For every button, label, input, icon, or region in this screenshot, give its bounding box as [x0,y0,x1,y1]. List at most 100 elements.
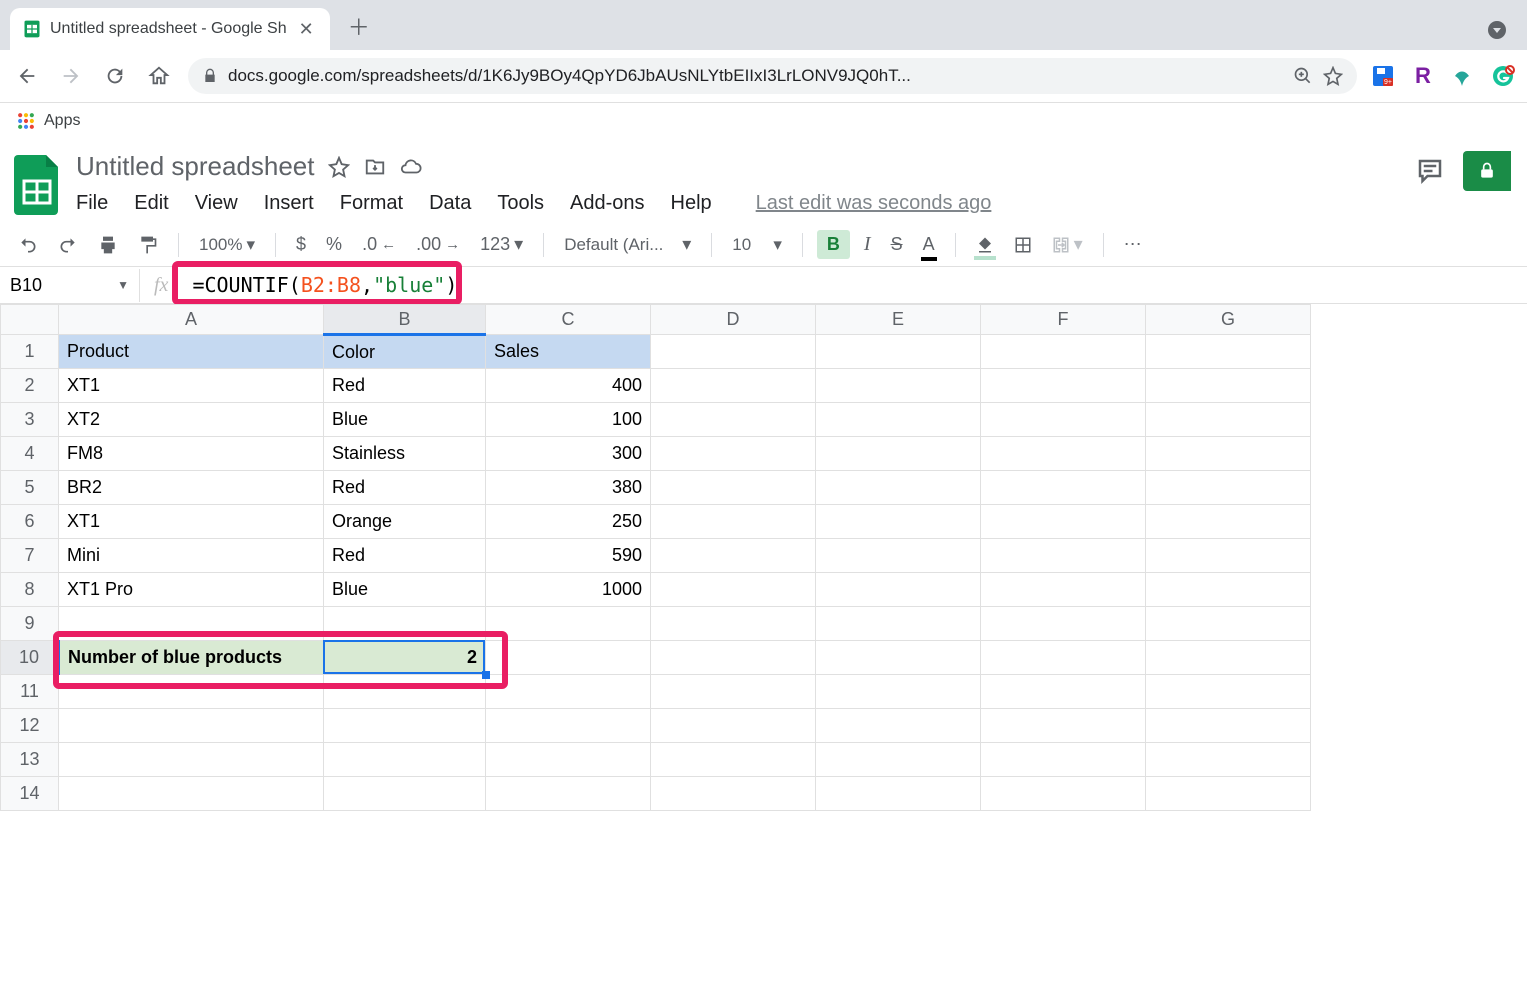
share-button[interactable] [1463,151,1511,191]
cell[interactable]: XT1 [59,369,324,403]
cell[interactable] [486,743,651,777]
ext-r-icon[interactable]: R [1411,64,1435,88]
cell[interactable] [981,777,1146,811]
cell[interactable] [324,743,486,777]
more-button[interactable]: ⋯ [1118,230,1148,259]
cell[interactable] [816,709,981,743]
cell[interactable] [651,709,816,743]
cell[interactable] [816,539,981,573]
cell[interactable]: Stainless [324,437,486,471]
cell[interactable]: Red [324,539,486,573]
cell[interactable] [1146,369,1311,403]
cell[interactable] [981,607,1146,641]
cell[interactable] [981,675,1146,709]
comments-icon[interactable] [1415,156,1445,186]
row-header[interactable]: 14 [1,777,59,811]
cell[interactable] [981,573,1146,607]
cell[interactable] [651,777,816,811]
back-button[interactable] [12,61,42,91]
row-header[interactable]: 2 [1,369,59,403]
cell[interactable]: Number of blue products [59,641,324,675]
cell[interactable] [816,471,981,505]
increase-decimal-button[interactable]: .00→ [410,230,466,259]
italic-button[interactable]: I [858,229,877,260]
cell[interactable] [816,675,981,709]
row-header[interactable]: 3 [1,403,59,437]
cell[interactable] [486,641,651,675]
cell[interactable] [816,573,981,607]
spreadsheet-grid[interactable]: ABCDEFG1ProductColorSales2XT1Red4003XT2B… [0,304,1527,811]
cell[interactable] [816,743,981,777]
cell[interactable] [651,471,816,505]
cell[interactable]: 400 [486,369,651,403]
merge-button[interactable]: ▾ [1046,230,1089,259]
cell[interactable] [651,369,816,403]
percent-button[interactable]: % [320,230,348,259]
new-tab-button[interactable]: ＋ [348,10,370,50]
cell[interactable] [59,607,324,641]
cloud-status-icon[interactable] [400,156,422,178]
cell[interactable] [981,539,1146,573]
cell[interactable] [324,675,486,709]
browser-tab[interactable]: Untitled spreadsheet - Google Sh ✕ [10,8,330,50]
cell[interactable] [1146,505,1311,539]
cell[interactable] [651,743,816,777]
cell[interactable]: XT1 [59,505,324,539]
menu-insert[interactable]: Insert [264,192,314,215]
cell[interactable] [1146,573,1311,607]
cell[interactable] [486,777,651,811]
cell[interactable]: 2 [324,641,486,675]
column-header[interactable]: E [816,305,981,335]
decrease-decimal-button[interactable]: .0← [356,230,402,259]
column-header[interactable]: B [324,305,486,335]
apps-label[interactable]: Apps [44,112,80,130]
cell[interactable] [981,335,1146,369]
cell[interactable] [1146,777,1311,811]
column-header[interactable]: F [981,305,1146,335]
caret-down-icon[interactable]: ▾ [676,230,697,259]
font-size-dropdown[interactable]: 10 ▾ [726,231,788,259]
cell[interactable] [651,641,816,675]
ext-save-icon[interactable]: 9+ [1371,64,1395,88]
column-header[interactable]: A [59,305,324,335]
cell[interactable] [651,505,816,539]
cell[interactable]: 100 [486,403,651,437]
cell[interactable] [324,709,486,743]
cell[interactable] [816,369,981,403]
cell[interactable] [59,777,324,811]
cell[interactable]: Red [324,369,486,403]
ext-grammarly-icon[interactable] [1491,64,1515,88]
cell[interactable] [981,369,1146,403]
number-format-dropdown[interactable]: 123▾ [474,230,529,259]
cell[interactable] [1146,675,1311,709]
bold-button[interactable]: B [817,230,850,259]
cell[interactable]: 590 [486,539,651,573]
cell[interactable] [59,709,324,743]
cell[interactable] [1146,607,1311,641]
cell[interactable] [486,675,651,709]
menu-edit[interactable]: Edit [134,192,168,215]
borders-button[interactable] [1008,232,1038,258]
cell[interactable]: Blue [324,573,486,607]
cell[interactable] [816,403,981,437]
menu-addons[interactable]: Add-ons [570,192,645,215]
cell[interactable] [981,437,1146,471]
cell[interactable] [816,777,981,811]
menu-help[interactable]: Help [671,192,712,215]
cell[interactable] [651,607,816,641]
cell[interactable] [651,573,816,607]
forward-button[interactable] [56,61,86,91]
menu-file[interactable]: File [76,192,108,215]
cell[interactable] [816,505,981,539]
cell[interactable] [651,675,816,709]
cell[interactable]: 250 [486,505,651,539]
cell[interactable] [816,335,981,369]
cell[interactable]: Orange [324,505,486,539]
cell[interactable] [324,777,486,811]
cell[interactable] [1146,539,1311,573]
cell[interactable] [1146,471,1311,505]
currency-button[interactable]: $ [290,230,312,259]
cell[interactable] [981,471,1146,505]
cell[interactable]: 300 [486,437,651,471]
menu-view[interactable]: View [195,192,238,215]
